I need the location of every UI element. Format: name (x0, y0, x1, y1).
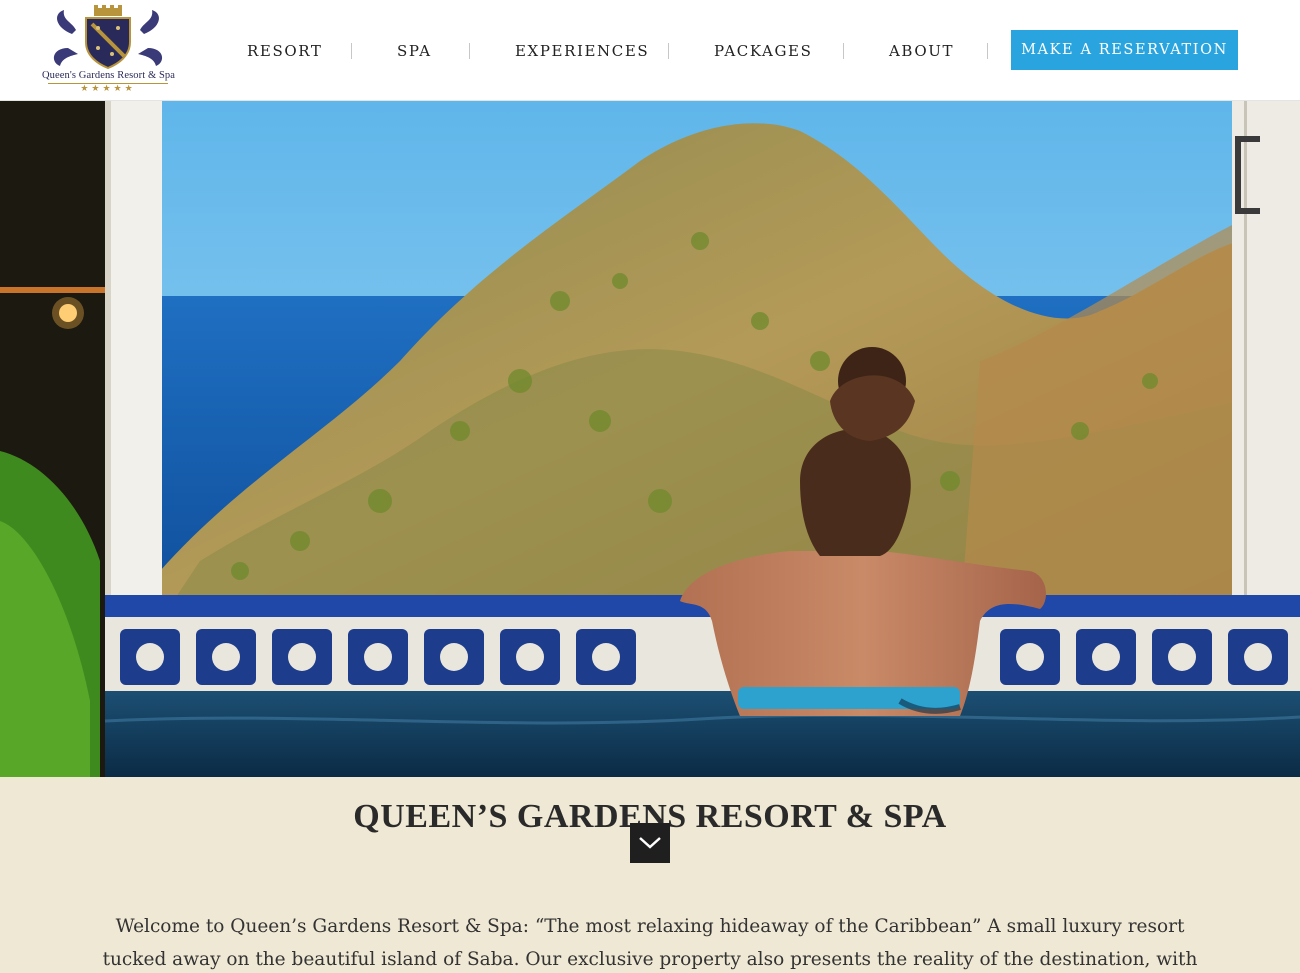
nav-divider (351, 43, 352, 59)
make-reservation-button[interactable]: MAKE A RESERVATION (1011, 30, 1238, 70)
site-header: Queen's Gardens Resort & Spa ★★★★★ RESOR… (0, 0, 1300, 101)
nav-divider (987, 43, 988, 59)
nav-divider (469, 43, 470, 59)
nav-divider (668, 43, 669, 59)
hero-image (0, 101, 1300, 777)
intro-paragraph: Welcome to Queen’s Gardens Resort & Spa:… (102, 916, 1198, 970)
nav-item-resort[interactable]: RESORT (247, 40, 322, 62)
nav-item-packages[interactable]: PACKAGES (714, 40, 812, 62)
nav-divider (843, 43, 844, 59)
crest-logo-icon (53, 5, 163, 70)
nav-item-about[interactable]: ABOUT (889, 40, 954, 62)
chevron-down-icon (639, 837, 661, 849)
hero-slider[interactable] (0, 101, 1300, 777)
logo-stars: ★★★★★ (80, 84, 136, 94)
logo-wordmark: Queen's Gardens Resort & Spa (42, 70, 175, 81)
scroll-down-button[interactable] (630, 823, 670, 863)
nav-item-experiences[interactable]: EXPERIENCES (515, 40, 649, 62)
nav-item-spa[interactable]: SPA (397, 40, 432, 62)
site-logo[interactable]: Queen's Gardens Resort & Spa ★★★★★ (42, 4, 175, 98)
